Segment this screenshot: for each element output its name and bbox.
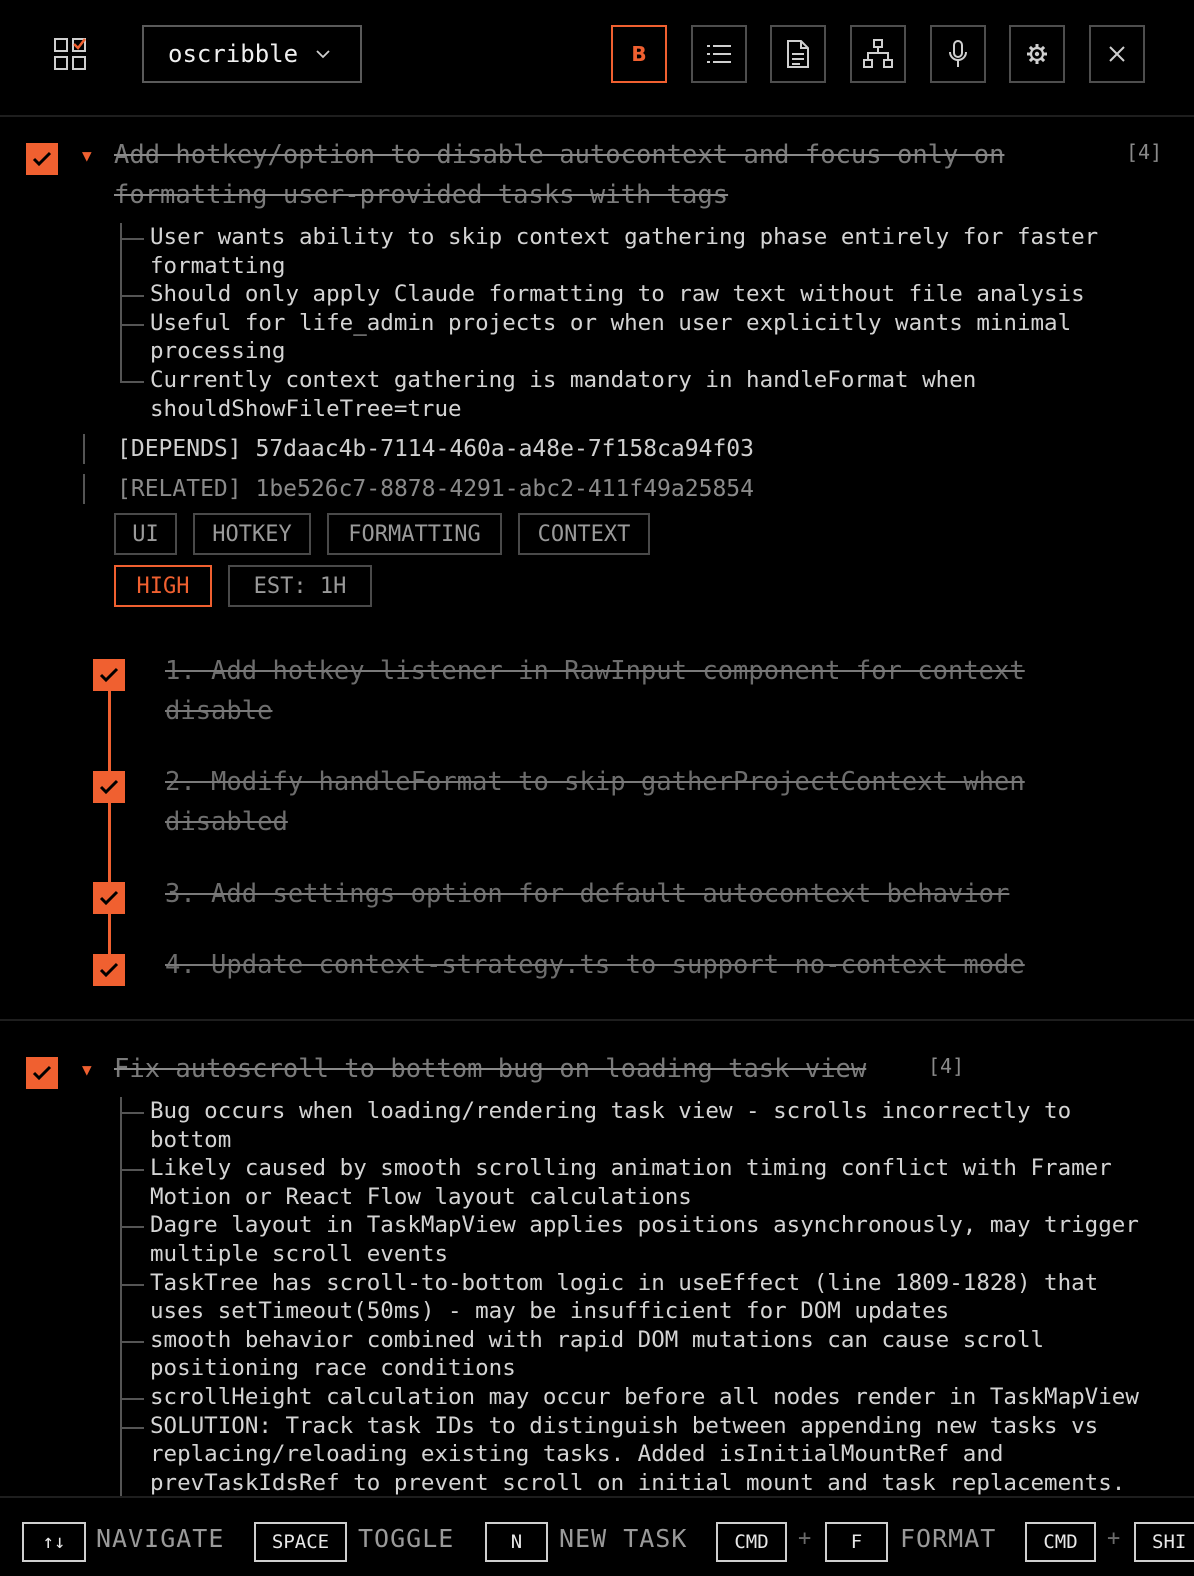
note-item: TaskTree has scroll-to-bottom logic in u…: [114, 1268, 1189, 1326]
shortcut-key: SPACE: [254, 1522, 347, 1562]
note-item: Dagre layout in TaskMapView applies posi…: [114, 1211, 1189, 1269]
note-item: Currently context gathering is mandatory…: [114, 365, 1184, 423]
task-title[interactable]: Add hotkey/option to disable autocontext…: [114, 135, 1104, 215]
expand-caret-icon[interactable]: ▼: [82, 1060, 92, 1079]
tag-ui[interactable]: UI: [114, 513, 177, 555]
list-view-button[interactable]: [691, 25, 747, 83]
checkmark-icon: [99, 890, 119, 906]
close-button[interactable]: [1089, 25, 1145, 83]
related-id: 1be526c7-8878-4291-abc2-411f49a25854: [255, 476, 754, 502]
close-icon: [1109, 46, 1125, 62]
document-view-button[interactable]: [770, 25, 826, 83]
related-reference[interactable]: [RELATED] 1be526c7-8878-4291-abc2-411f49…: [83, 474, 754, 504]
depends-reference[interactable]: [DEPENDS] 57daac4b-7114-460a-a48e-7f158c…: [83, 434, 754, 464]
priority-badge[interactable]: HIGH: [114, 565, 212, 607]
shortcut-plus: +: [798, 1526, 812, 1551]
shortcut-label: TOGGLE: [358, 1524, 455, 1553]
note-item: SOLUTION: Track task IDs to distinguish …: [114, 1411, 1189, 1498]
microphone-icon: [949, 40, 967, 67]
subtask-title[interactable]: 1. Add hotkey listener in RawInput compo…: [165, 651, 1125, 731]
checkmark-icon: [99, 962, 119, 978]
note-item: Useful for life_admin projects or when u…: [114, 308, 1184, 367]
project-select-value: oscribble: [168, 40, 299, 68]
note-item: Likely caused by smooth scrolling animat…: [114, 1154, 1189, 1212]
task-notes: Bug occurs when loading/rendering task v…: [114, 1097, 1189, 1498]
note-item: scrollHeight calculation may occur befor…: [114, 1382, 1189, 1412]
subtask-checkbox[interactable]: [93, 954, 125, 986]
estimate-badge[interactable]: EST: 1H: [228, 565, 372, 607]
shortcut-footer: ↑↓ NAVIGATE SPACE TOGGLE N NEW TASK CMD …: [0, 1496, 1194, 1576]
task-notes: User wants ability to skip context gathe…: [114, 223, 1184, 423]
voice-input-button[interactable]: [930, 25, 986, 83]
subtask-title[interactable]: 2. Modify handleFormat to skip gatherPro…: [165, 762, 1125, 842]
shortcut-key: ↑↓: [22, 1522, 86, 1562]
tag-hotkey[interactable]: HOTKEY: [193, 513, 311, 555]
depends-id: 57daac4b-7114-460a-a48e-7f158ca94f03: [255, 436, 754, 462]
bold-label: B: [631, 42, 647, 66]
subtask-title[interactable]: 3. Add settings option for default autoc…: [165, 874, 1125, 914]
subtask-checkbox[interactable]: [93, 659, 125, 691]
expand-caret-icon[interactable]: ▼: [82, 146, 92, 165]
app-header: oscribble B: [0, 0, 1194, 117]
note-item: Bug occurs when loading/rendering task v…: [114, 1097, 1189, 1155]
tag-context[interactable]: CONTEXT: [518, 513, 650, 555]
checkmark-icon: [32, 1065, 52, 1081]
shortcut-key: F: [825, 1522, 888, 1562]
checkmark-icon: [99, 779, 119, 795]
shortcut-plus: +: [1107, 1526, 1121, 1551]
task-title-line: Fix autoscroll to bottom bug on loading …: [114, 1054, 867, 1084]
subtask-count: [4]: [1126, 140, 1163, 164]
task-title[interactable]: Fix autoscroll to bottom bug on loading …: [114, 1049, 924, 1089]
subtask-checkbox[interactable]: [93, 771, 125, 803]
tag-formatting[interactable]: FORMATTING: [327, 513, 502, 555]
subtask-checkbox[interactable]: [93, 882, 125, 914]
task-title-line: Add hotkey/option to disable autocontext…: [114, 140, 1005, 170]
task-checkbox[interactable]: [26, 143, 58, 175]
shortcut-label: NAVIGATE: [96, 1524, 225, 1553]
bold-button[interactable]: B: [611, 25, 667, 83]
note-item: User wants ability to skip context gathe…: [114, 223, 1184, 281]
hierarchy-icon: [863, 39, 893, 68]
settings-button[interactable]: [1009, 25, 1065, 83]
related-label: [RELATED]: [117, 476, 242, 502]
shortcut-key: N: [485, 1522, 548, 1562]
subtask-connector: [108, 690, 111, 971]
shortcut-label: FORMAT: [900, 1524, 997, 1553]
project-select[interactable]: oscribble: [142, 25, 362, 83]
task-title-line: formatting user-provided tasks with tags: [114, 180, 729, 210]
task-divider: [0, 1019, 1194, 1021]
note-item: smooth behavior combined with rapid DOM …: [114, 1325, 1189, 1384]
task-checkbox[interactable]: [26, 1057, 58, 1089]
gear-icon: [1027, 44, 1047, 64]
shortcut-key: SHI: [1134, 1522, 1194, 1562]
depends-label: [DEPENDS]: [117, 436, 242, 462]
list-icon: [707, 45, 731, 63]
shortcut-key: CMD: [1025, 1522, 1096, 1562]
subtask-title[interactable]: 4. Update context-strategy.ts to support…: [165, 945, 1125, 985]
app-logo-icon[interactable]: [54, 38, 86, 70]
checkmark-icon: [32, 151, 52, 167]
subtask-count: [4]: [928, 1054, 965, 1078]
chevron-down-icon: [316, 50, 330, 59]
note-item: Should only apply Claude formatting to r…: [114, 280, 1184, 309]
shortcut-label: NEW TASK: [559, 1524, 688, 1553]
shortcut-key: CMD: [716, 1522, 787, 1562]
document-icon: [787, 40, 809, 68]
map-view-button[interactable]: [850, 25, 906, 83]
checkmark-icon: [99, 667, 119, 683]
